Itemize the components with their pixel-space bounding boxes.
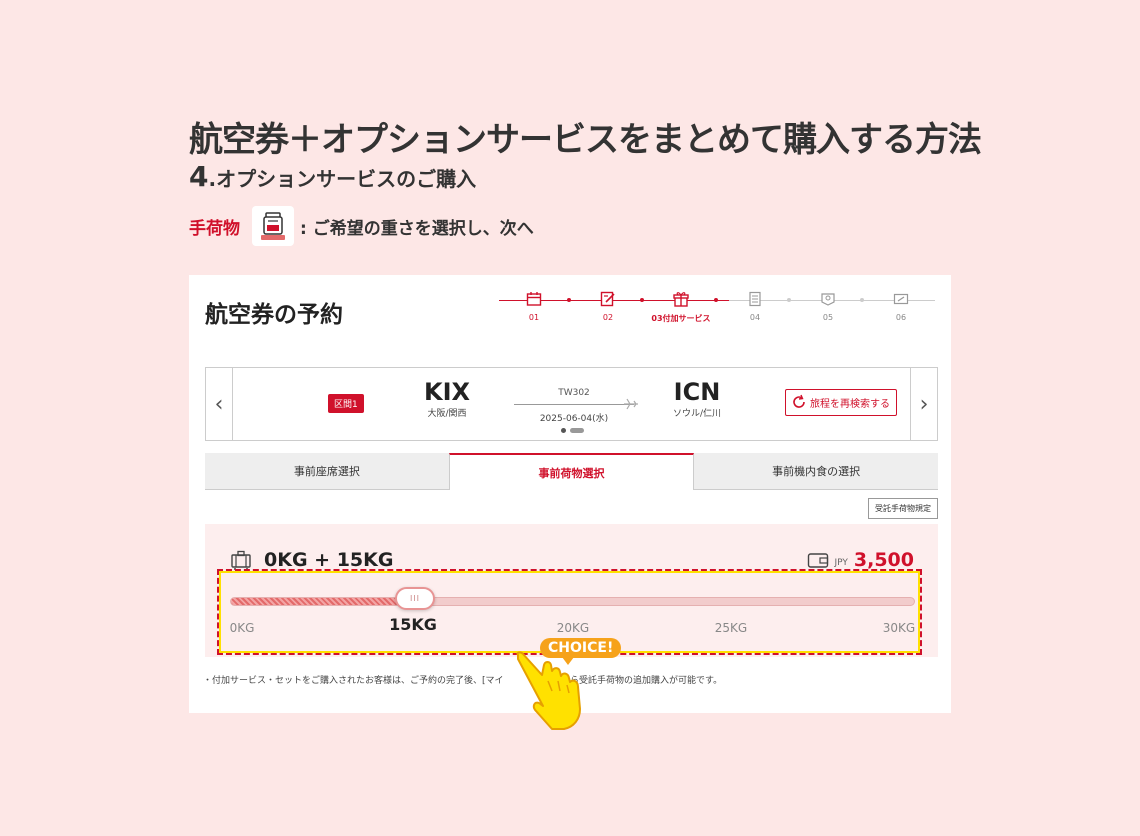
step-number: 4 [189,160,209,193]
progress-step-label: 02 [602,313,614,322]
origin-city: 大阪/関西 [427,409,467,419]
progress-step-4: 04 [725,289,785,322]
price-currency: JPY [834,558,848,568]
baggage-scale-icon [252,206,294,246]
refresh-icon [793,394,805,408]
flight-path-line [514,398,638,410]
footnote: ・付加サービス・セットをご購入されたお客様は、ご予約の完了後、[マイ 予約]から… [203,676,723,686]
progress-step-6: 06 [871,289,931,322]
progress-step-3: 03付加サービス [651,289,711,324]
route-card: ‹ 区間1 KIX 大阪/関西 TW302 2025-06-04(水) ICN … [205,367,938,441]
progress-step-5: 05 [798,289,858,322]
tab-baggage-selection[interactable]: 事前荷物選択 [448,453,695,490]
step-instruction: : ご希望の重さを選択し、次へ [300,218,534,239]
baggage-price: JPY 3,500 [807,549,914,571]
flight-date: 2025-06-04(水) [539,414,609,424]
service-tabs: 事前座席選択 事前荷物選択 事前機内食の選択 [205,453,939,490]
baggage-weight: 0KG + 15KG [230,549,393,571]
pointing-hand-icon [516,651,581,730]
ticket-icon [893,293,909,305]
baggage-rules-button[interactable]: 受託手荷物規定 [868,498,938,519]
tab-seat-selection[interactable]: 事前座席選択 [205,453,449,490]
page-heading: 航空券＋オプションサービスをまとめて購入する方法 [189,120,982,160]
segment-badge: 区間1 [328,394,364,413]
progress-step-label: 03付加サービス [651,314,711,323]
price-amount: 3,500 [853,549,914,571]
destination-airport: ICN ソウル/仁川 [652,378,742,419]
chevron-left-icon[interactable]: ‹ [206,368,233,440]
step-title: .オプションサービスのご購入 [208,167,477,191]
booking-progress: 01 02 03付加サービス 04 05 06 [499,289,935,339]
progress-step-label: 04 [749,313,761,322]
calendar-icon [526,292,542,306]
flight-number: TW302 [558,388,590,398]
airplane-icon [624,398,638,410]
section-subheading: 4.オプションサービスのご購入 [189,160,476,193]
progress-step-label: 06 [895,313,907,322]
pager-dot[interactable] [570,428,584,433]
destination-city: ソウル/仁川 [672,409,722,419]
progress-step-label: 05 [822,313,834,322]
luggage-icon [231,550,251,570]
edit-doc-icon [600,291,615,307]
gift-icon [673,292,689,307]
tab-meal-selection[interactable]: 事前機内食の選択 [694,453,939,490]
origin-airport: KIX 大阪/関西 [402,378,492,419]
research-itinerary-button[interactable]: 旅程を再検索する [785,389,897,416]
progress-step-2: 02 [578,289,638,322]
progress-step-label: 01 [528,313,540,322]
destination-code: ICN [673,378,721,406]
document-icon [749,291,761,307]
wallet-icon [807,553,828,568]
origin-code: KIX [423,378,471,406]
progress-step-1: 01 [504,289,564,322]
baggage-weight-text: 0KG + 15KG [264,549,394,571]
chevron-right-icon[interactable]: › [910,368,937,440]
flight-info: TW302 2025-06-04(水) [514,388,638,424]
pager-dot[interactable] [561,428,566,433]
step-line: 手荷物 : ご希望の重さを選択し、次へ [189,206,534,246]
wallet-icon [821,293,835,306]
carousel-pager [561,428,584,433]
step-label: 手荷物 [189,218,240,239]
research-itinerary-label: 旅程を再検索する [810,399,890,410]
booking-title: 航空券の予約 [205,302,343,328]
